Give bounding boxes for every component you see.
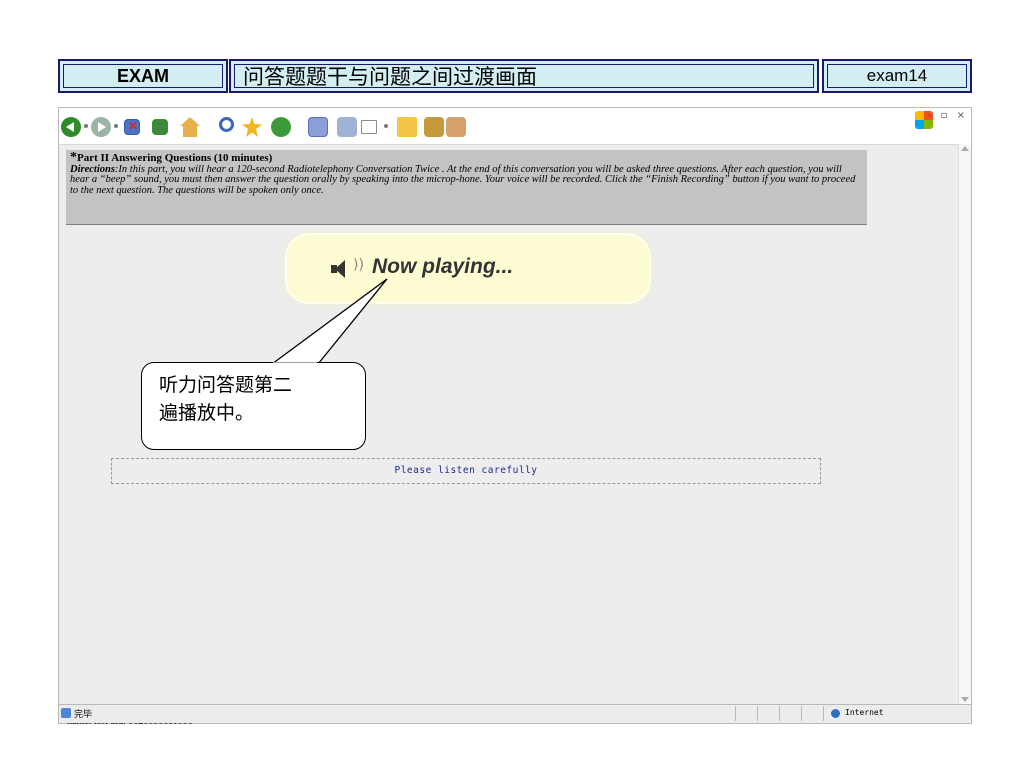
listen-message: Please listen carefully: [111, 458, 821, 484]
header-exam-cell: EXAM: [58, 59, 228, 93]
status-text: 完毕: [74, 710, 93, 720]
history-icon[interactable]: [271, 117, 291, 137]
header-code-cell: exam14: [822, 59, 972, 93]
scroll-down-icon[interactable]: [961, 697, 969, 702]
search-icon[interactable]: [219, 117, 234, 132]
directions-label: Directions: [70, 163, 115, 175]
instructions-panel: *Part II Answering Questions (10 minutes…: [66, 150, 867, 225]
messenger-icon[interactable]: [446, 117, 466, 137]
sound-waves-icon: )): [353, 257, 364, 273]
back-icon[interactable]: [61, 117, 81, 137]
folder-icon[interactable]: [397, 117, 417, 137]
internet-globe-icon: [831, 709, 840, 718]
print-icon[interactable]: [337, 117, 357, 137]
refresh-icon[interactable]: [152, 119, 168, 135]
mail-icon[interactable]: [308, 117, 328, 137]
back-dropdown-icon[interactable]: [84, 124, 88, 128]
forward-dropdown-icon[interactable]: [114, 124, 118, 128]
header-code: exam14: [827, 64, 967, 88]
edit-icon[interactable]: [361, 120, 377, 134]
header-exam-label: EXAM: [63, 64, 223, 88]
callout-line-1: 听力问答题第二: [159, 374, 293, 396]
annotation-callout: 听力问答题第二 遍播放中。: [141, 362, 366, 450]
instructions-heading: Part II Answering Questions (10 minutes): [77, 152, 273, 164]
scroll-up-icon[interactable]: [961, 146, 969, 151]
header-title: 问答题题干与问题之间过渡画面: [234, 64, 814, 89]
page-icon: [61, 708, 71, 718]
speaker-icon: [331, 259, 353, 279]
home-icon[interactable]: [180, 117, 200, 137]
vertical-scrollbar[interactable]: [958, 144, 971, 706]
now-playing-bubble: )) Now playing...: [287, 235, 649, 302]
edit-dropdown-icon[interactable]: [384, 124, 388, 128]
browser-toolbar: – ▫ ×: [59, 108, 971, 145]
header-title-cell: 问答题题干与问题之间过渡画面: [229, 59, 819, 93]
security-zone: Internet: [845, 708, 884, 717]
stop-icon[interactable]: [124, 119, 140, 135]
callout-line-2: 遍播放中。: [159, 402, 255, 424]
directions-text: :In this part, you will hear a 120-secon…: [70, 163, 856, 196]
forward-icon[interactable]: [91, 117, 111, 137]
now-playing-text: Now playing...: [372, 255, 514, 278]
favorites-icon[interactable]: [242, 117, 262, 137]
media-icon[interactable]: [424, 117, 444, 137]
status-bar: 完毕 Internet: [59, 704, 971, 723]
window-controls[interactable]: – ▫ ×: [926, 110, 968, 121]
